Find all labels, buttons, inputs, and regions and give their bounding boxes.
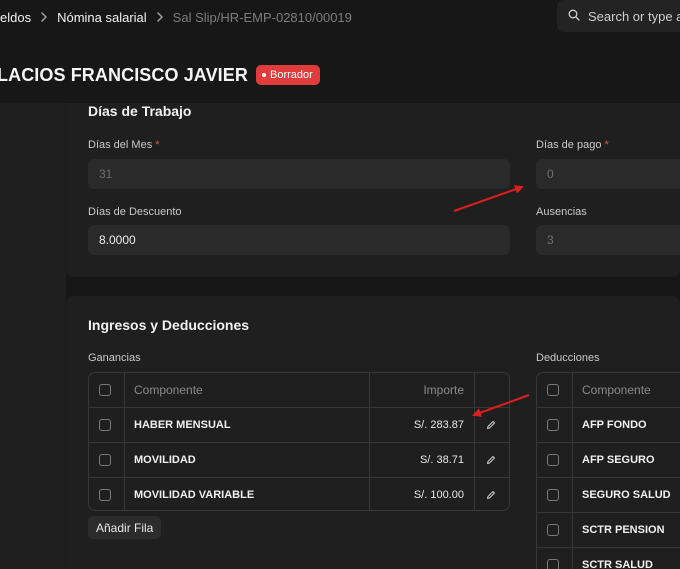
payment-days-label: Días de pago * — [536, 139, 609, 151]
absences-field[interactable]: 3 — [536, 225, 680, 255]
table-header-row: Componente Importe — [89, 373, 509, 407]
row-check-cell — [99, 408, 111, 442]
breadcrumb: eldos Nómina salarial Sal Slip/HR-EMP-02… — [0, 9, 352, 25]
row-checkbox[interactable] — [547, 524, 559, 536]
column-header-amount: Importe — [423, 383, 464, 397]
column-header-component: Componente — [134, 383, 203, 397]
row-checkbox[interactable] — [547, 489, 559, 501]
payment-days-label-text: Días de pago — [536, 139, 602, 151]
component-cell[interactable]: MOVILIDAD — [134, 443, 196, 477]
deductions-table: Componente AFP FONDO AFP SEGURO SEGURO S… — [536, 372, 680, 569]
table-row[interactable]: SCTR SALUD — [537, 547, 680, 569]
earnings-deductions-title: Ingresos y Deducciones — [88, 317, 250, 333]
breadcrumb-item-salary-slip[interactable]: Nómina salarial — [57, 10, 147, 25]
breadcrumb-item-current: Sal Slip/HR-EMP-02810/00019 — [172, 9, 352, 25]
status-badge: Borrador — [256, 65, 320, 85]
table-header-row: Componente — [537, 373, 680, 407]
component-cell[interactable]: SCTR SALUD — [582, 548, 653, 569]
row-check-cell — [99, 478, 111, 510]
amount-cell[interactable]: S/. 283.87 — [414, 408, 464, 442]
row-checkbox[interactable] — [547, 454, 559, 466]
table-row[interactable]: MOVILIDAD VARIABLE S/. 100.00 — [89, 477, 509, 510]
days-in-month-label: Días del Mes * — [88, 139, 159, 151]
discount-days-label: Días de Descuento — [88, 206, 182, 218]
top-bar: eldos Nómina salarial Sal Slip/HR-EMP-02… — [0, 0, 680, 33]
days-in-month-label-text: Días del Mes — [88, 139, 153, 151]
component-cell[interactable]: SCTR PENSION — [582, 513, 665, 547]
row-checkbox[interactable] — [99, 489, 111, 501]
row-check-cell — [547, 443, 559, 477]
component-cell[interactable]: SEGURO SALUD — [582, 478, 671, 512]
sidebar — [0, 103, 66, 569]
table-row[interactable]: HABER MENSUAL S/. 283.87 — [89, 407, 509, 442]
select-all-checkbox[interactable] — [547, 384, 559, 396]
column-header-component: Componente — [582, 383, 651, 397]
page-header: LACIOS FRANCISCO JAVIER Borrador — [0, 64, 320, 86]
table-row[interactable]: MOVILIDAD S/. 38.71 — [89, 442, 509, 477]
row-checkbox[interactable] — [547, 419, 559, 431]
select-all-cell — [547, 373, 559, 407]
row-check-cell — [547, 548, 559, 569]
table-row[interactable]: SEGURO SALUD — [537, 477, 680, 512]
search-bar[interactable]: Search or type a — [557, 0, 680, 32]
earnings-label: Ganancias — [88, 352, 141, 364]
earnings-table: Componente Importe HABER MENSUAL S/. 283… — [88, 372, 510, 511]
search-placeholder: Search or type a — [588, 8, 680, 24]
required-marker: * — [604, 139, 609, 151]
component-cell[interactable]: AFP FONDO — [582, 408, 647, 442]
row-checkbox[interactable] — [99, 419, 111, 431]
component-cell[interactable]: HABER MENSUAL — [134, 408, 231, 442]
status-badge-label: Borrador — [270, 69, 313, 81]
row-check-cell — [547, 478, 559, 512]
breadcrumb-item-salaries[interactable]: eldos — [0, 10, 31, 25]
row-check-cell — [547, 408, 559, 442]
amount-cell[interactable]: S/. 100.00 — [414, 478, 464, 510]
select-all-checkbox[interactable] — [99, 384, 111, 396]
pencil-icon[interactable] — [486, 408, 496, 442]
row-checkbox[interactable] — [99, 454, 111, 466]
pencil-icon[interactable] — [486, 443, 496, 477]
add-row-button[interactable]: Añadir Fila — [88, 516, 162, 539]
payment-days-field[interactable]: 0 — [536, 159, 680, 189]
component-cell[interactable]: MOVILIDAD VARIABLE — [134, 478, 254, 510]
row-checkbox[interactable] — [547, 559, 559, 569]
page-title: LACIOS FRANCISCO JAVIER — [0, 64, 248, 85]
row-check-cell — [547, 513, 559, 547]
table-row[interactable]: AFP SEGURO — [537, 442, 680, 477]
header-overlay — [0, 91, 680, 103]
chevron-right-icon — [40, 12, 48, 22]
deductions-label: Deducciones — [536, 352, 600, 364]
chevron-right-icon — [156, 12, 164, 22]
status-dot-icon — [262, 73, 266, 77]
row-check-cell — [99, 443, 111, 477]
table-row[interactable]: AFP FONDO — [537, 407, 680, 442]
component-cell[interactable]: AFP SEGURO — [582, 443, 655, 477]
absences-label: Ausencias — [536, 206, 587, 218]
required-marker: * — [155, 139, 160, 151]
select-all-cell — [99, 373, 111, 407]
discount-days-field[interactable]: 8.0000 — [88, 225, 510, 255]
table-row[interactable]: SCTR PENSION — [537, 512, 680, 547]
pencil-icon[interactable] — [486, 478, 496, 510]
working-days-title: Días de Trabajo — [88, 103, 192, 119]
days-in-month-field[interactable]: 31 — [88, 159, 510, 189]
amount-cell[interactable]: S/. 38.71 — [420, 443, 464, 477]
search-icon — [568, 9, 588, 24]
